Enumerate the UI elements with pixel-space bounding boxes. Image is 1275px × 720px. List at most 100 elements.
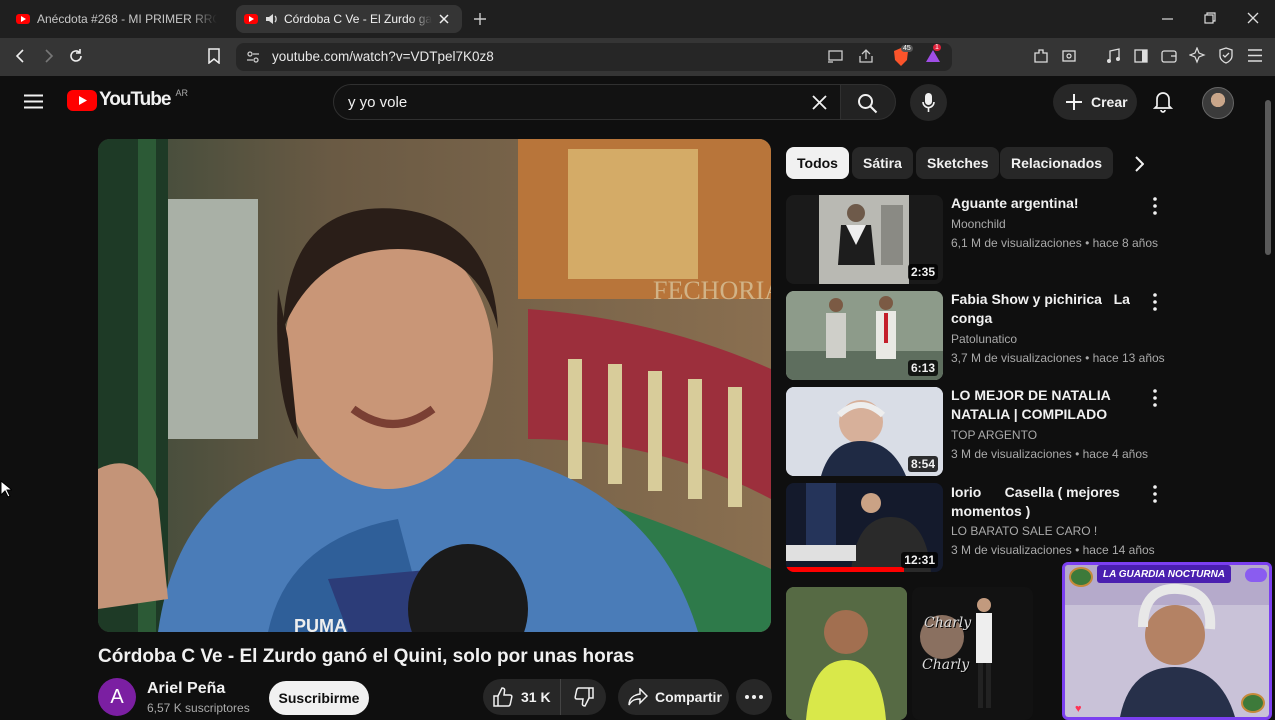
youtube-logo[interactable]: YouTube AR bbox=[67, 88, 188, 111]
youtube-favicon-icon bbox=[244, 14, 258, 24]
share-arrow-icon bbox=[628, 688, 648, 706]
reload-icon[interactable] bbox=[68, 48, 84, 64]
bookmark-icon[interactable] bbox=[207, 48, 221, 64]
short-image bbox=[912, 587, 1033, 720]
browser-tab-2[interactable]: Córdoba C Ve - El Zurdo ganó el Quini, s… bbox=[236, 5, 462, 33]
voice-search-button[interactable] bbox=[910, 84, 947, 121]
channel-avatar[interactable]: A bbox=[98, 678, 136, 716]
shield-badge: 45 bbox=[901, 45, 913, 52]
upload-age: hace 8 años bbox=[1092, 236, 1158, 250]
video-duration: 8:54 bbox=[907, 456, 938, 472]
thumbs-up-icon bbox=[493, 687, 513, 707]
browser-tab-1[interactable]: Anécdota #268 - MI PRIMER RROPO bbox=[8, 5, 230, 33]
microphone-icon bbox=[922, 93, 935, 112]
tab-title: Córdoba C Ve - El Zurdo ganó el Quini, s… bbox=[284, 12, 432, 26]
close-window-icon[interactable] bbox=[1247, 12, 1259, 24]
related-channel[interactable]: LO BARATO SALE CARO ! bbox=[951, 524, 1097, 538]
site-settings-icon[interactable] bbox=[246, 50, 260, 64]
short-overlay-text: Charly bbox=[924, 615, 972, 631]
leo-ai-icon[interactable] bbox=[1189, 47, 1206, 64]
search-input[interactable]: y yo vole bbox=[348, 94, 407, 111]
share-label: Compartir bbox=[655, 689, 722, 705]
related-stats: 6,1 M de visualizaciones • hace 8 años bbox=[951, 236, 1158, 250]
chip-relacionados[interactable]: Relacionados bbox=[1000, 147, 1114, 179]
related-video-title[interactable]: LO MEJOR DE NATALIA NATALIA | COMPILADO bbox=[951, 386, 1141, 424]
logo-text: YouTube bbox=[99, 89, 171, 110]
share-page-icon[interactable] bbox=[858, 49, 874, 64]
media-music-icon[interactable] bbox=[1105, 48, 1121, 64]
close-tab-icon[interactable] bbox=[439, 14, 449, 24]
related-channel[interactable]: Patolunatico bbox=[951, 332, 1017, 346]
share-button[interactable]: Compartir bbox=[618, 679, 729, 715]
gamepad-icon bbox=[1245, 568, 1267, 582]
chip-satira[interactable]: Sátira bbox=[852, 147, 913, 179]
related-channel[interactable]: Moonchild bbox=[951, 217, 1006, 231]
brave-rewards-icon[interactable]: 1 bbox=[924, 44, 944, 67]
brave-shields-icon[interactable]: 45 bbox=[892, 45, 913, 67]
view-count: 6,1 M de visualizaciones bbox=[951, 236, 1082, 250]
tab-title: Anécdota #268 - MI PRIMER RROPO bbox=[37, 12, 217, 26]
more-vertical-icon[interactable] bbox=[1151, 484, 1159, 504]
chip-todos[interactable]: Todos bbox=[786, 147, 849, 179]
rewards-badge: 1 bbox=[933, 44, 941, 51]
related-channel[interactable]: TOP ARGENTO bbox=[951, 428, 1037, 442]
dislike-button[interactable] bbox=[561, 679, 606, 715]
search-button[interactable] bbox=[840, 84, 896, 120]
back-icon[interactable] bbox=[14, 49, 28, 63]
more-vertical-icon[interactable] bbox=[1151, 196, 1159, 216]
guide-menu-icon[interactable] bbox=[24, 94, 43, 109]
cast-icon[interactable] bbox=[827, 49, 843, 64]
video-player[interactable]: FECHORIAS PUMA bbox=[98, 139, 771, 632]
more-vertical-icon[interactable] bbox=[1151, 292, 1159, 312]
clear-search-icon[interactable] bbox=[812, 95, 827, 110]
shirt-text: PUMA bbox=[294, 616, 347, 632]
view-count: 3 M de visualizaciones bbox=[951, 543, 1072, 557]
youtube-logo-icon bbox=[67, 89, 97, 111]
forward-icon[interactable] bbox=[41, 49, 55, 63]
restore-window-icon[interactable] bbox=[1204, 12, 1216, 24]
related-video-title[interactable]: Iorio Casella ( mejores momentos ) bbox=[951, 483, 1141, 521]
audio-playing-icon bbox=[266, 14, 277, 24]
search-box[interactable]: y yo vole bbox=[333, 84, 841, 120]
address-bar[interactable]: youtube.com/watch?v=VDTpel7K0z8 45 1 bbox=[236, 43, 952, 71]
related-thumbnail[interactable]: 12:31 bbox=[786, 483, 943, 572]
related-stats: 3 M de visualizaciones • hace 14 años bbox=[951, 543, 1155, 557]
related-thumbnail[interactable]: 8:54 bbox=[786, 387, 943, 476]
notifications-bell-icon[interactable] bbox=[1153, 90, 1173, 113]
chevron-right-icon[interactable] bbox=[1134, 156, 1144, 172]
thumbs-down-icon bbox=[573, 687, 594, 707]
related-video-title[interactable]: Aguante argentina! bbox=[951, 194, 1141, 213]
short-thumbnail[interactable] bbox=[786, 587, 907, 720]
more-vertical-icon[interactable] bbox=[1151, 388, 1159, 408]
subscribe-button[interactable]: Suscribirme bbox=[269, 681, 369, 715]
new-tab-icon[interactable] bbox=[474, 13, 486, 25]
extensions-icon[interactable] bbox=[1033, 48, 1049, 64]
country-code: AR bbox=[175, 88, 188, 98]
wallet-scan-icon[interactable] bbox=[1061, 48, 1077, 64]
chip-sketches[interactable]: Sketches bbox=[916, 147, 1000, 179]
url-text: youtube.com/watch?v=VDTpel7K0z8 bbox=[272, 49, 494, 64]
wallet-icon[interactable] bbox=[1161, 48, 1177, 64]
webcam-feed bbox=[1065, 565, 1269, 717]
stream-webcam-overlay: LA GUARDIA NOCTURNA ♥ bbox=[1062, 562, 1272, 720]
video-duration: 2:35 bbox=[907, 264, 938, 280]
minimize-window-icon[interactable] bbox=[1162, 13, 1173, 24]
vpn-shield-icon[interactable] bbox=[1218, 47, 1234, 64]
like-button[interactable]: 31 K bbox=[483, 679, 561, 715]
account-avatar[interactable] bbox=[1202, 87, 1234, 119]
create-button[interactable]: Crear bbox=[1053, 84, 1137, 120]
related-video-title[interactable]: Fabia Show y pichirica La conga bbox=[951, 290, 1141, 328]
like-count: 31 K bbox=[521, 689, 551, 705]
related-stats: 3 M de visualizaciones • hace 4 años bbox=[951, 447, 1148, 461]
page-scrollbar-thumb[interactable] bbox=[1265, 100, 1271, 255]
related-thumbnail[interactable]: 2:35 bbox=[786, 195, 943, 284]
sidebar-toggle-icon[interactable] bbox=[1133, 48, 1149, 64]
browser-menu-icon[interactable] bbox=[1247, 49, 1263, 62]
mouse-cursor-icon bbox=[0, 480, 12, 498]
subscriber-count: 6,57 K suscriptores bbox=[147, 701, 250, 715]
related-thumbnail[interactable]: 6:13 bbox=[786, 291, 943, 380]
short-thumbnail[interactable]: Charly Charly bbox=[912, 587, 1033, 720]
more-actions-button[interactable] bbox=[736, 679, 772, 715]
channel-name[interactable]: Ariel Peña bbox=[147, 680, 225, 698]
view-count: 3,7 M de visualizaciones bbox=[951, 351, 1082, 365]
